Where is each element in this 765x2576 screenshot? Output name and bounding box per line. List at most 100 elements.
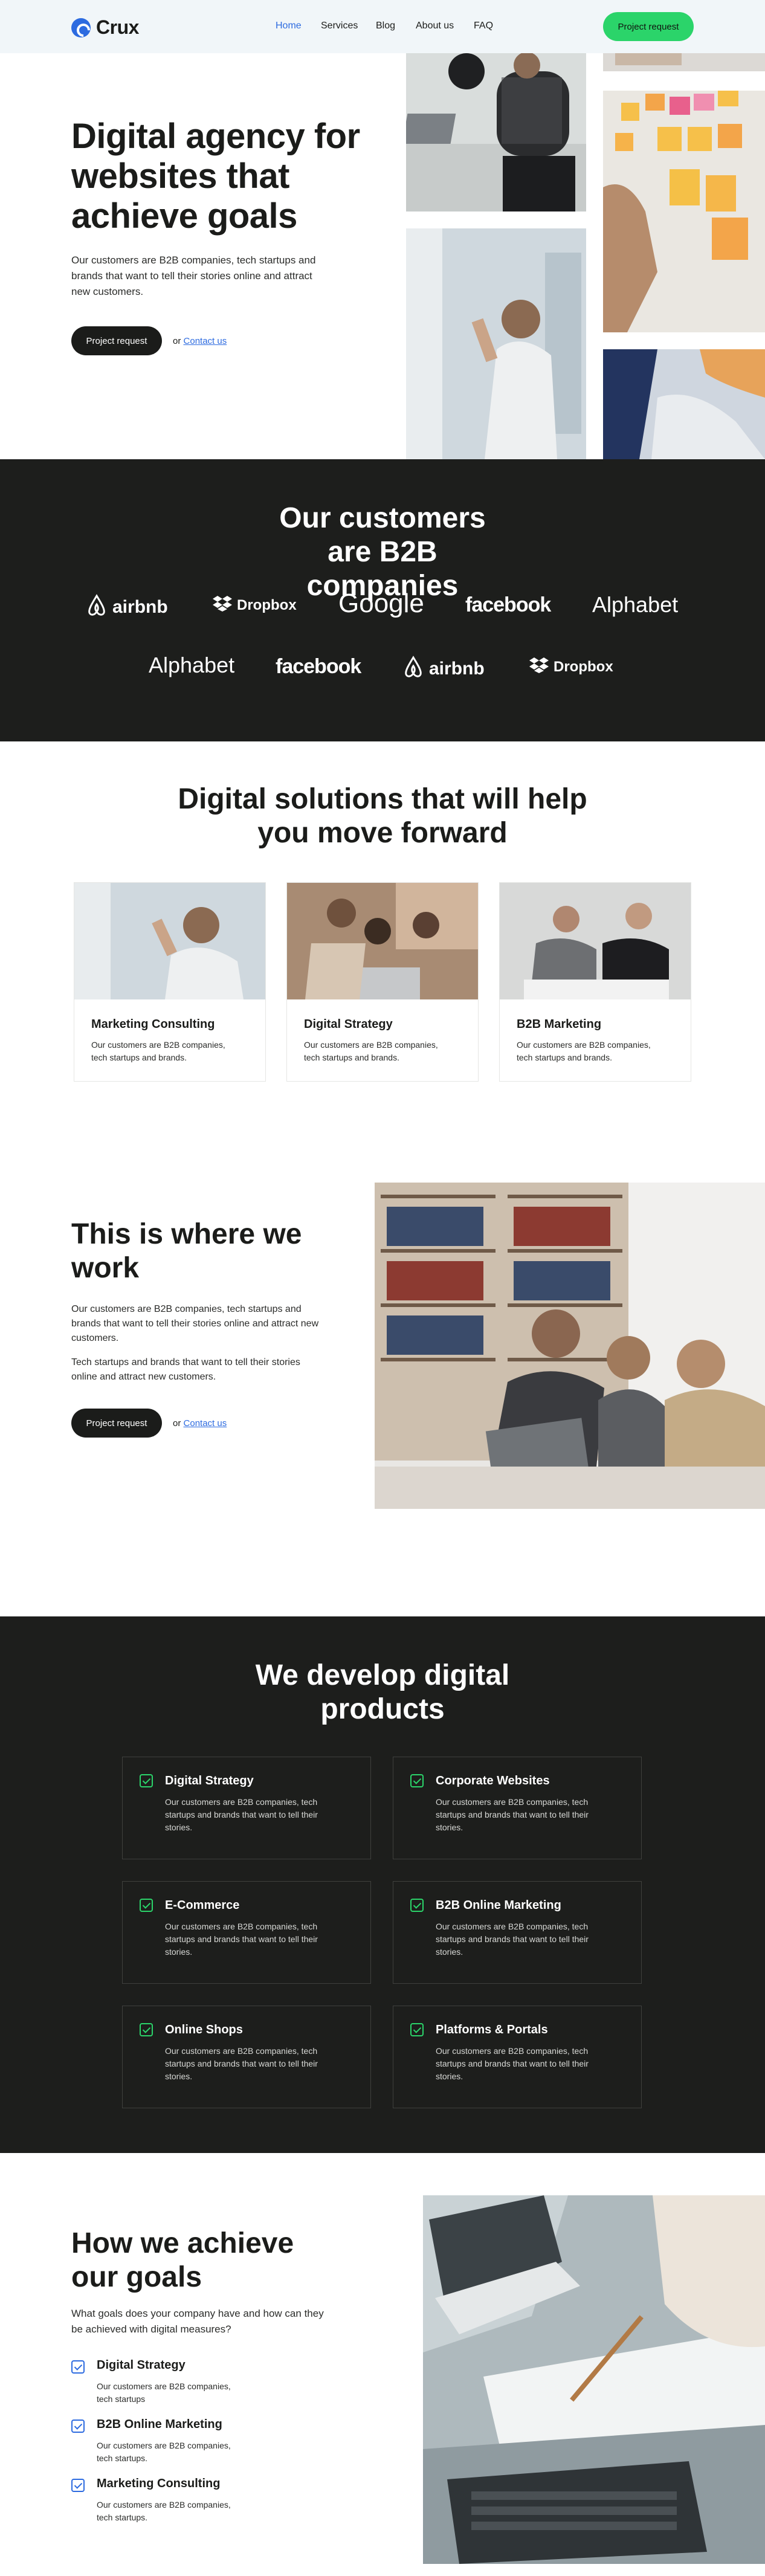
goal-text: Our customers are B2B companies, tech st… — [97, 2500, 231, 2522]
solution-card-digital-strategy[interactable]: Digital Strategy Our customers are B2B c… — [286, 882, 479, 1082]
hero-project-request-button[interactable]: Project request — [71, 326, 162, 355]
card-title: Digital Strategy — [304, 1018, 393, 1031]
work-text-1: Our customers are B2B companies, tech st… — [71, 1304, 319, 1343]
work-or-contact: or Contact us — [173, 1418, 227, 1428]
logo-alphabet-2-text: Alphabet — [149, 653, 235, 677]
work-section: This is where we work Our customers are … — [0, 1164, 765, 1616]
card-image-team-laptop — [287, 883, 478, 999]
feature-text: Our customers are B2B companies, tech st… — [436, 2046, 589, 2081]
check-icon — [140, 2023, 153, 2036]
check-icon — [410, 1774, 424, 1787]
logo-facebook-text: facebook — [465, 593, 551, 616]
feature-title: B2B Online Marketing — [436, 1899, 561, 1912]
feature-text: Our customers are B2B companies, tech st… — [165, 2046, 318, 2081]
check-icon — [140, 1774, 153, 1787]
top-navigation: Crux Home Services Blog About us FAQ Pro… — [0, 0, 765, 53]
feature-text: Our customers are B2B companies, tech st… — [436, 1922, 589, 1957]
feature-corporate-websites: Corporate Websites Our customers are B2B… — [393, 1757, 642, 1859]
feature-title: Digital Strategy — [165, 1774, 254, 1787]
dropbox-2-icon — [529, 656, 549, 677]
card-text: Our customers are B2B companies, tech st… — [304, 1040, 438, 1062]
feature-text: Our customers are B2B companies, tech st… — [165, 1797, 318, 1832]
logo-airbnb-text: airbnb — [112, 597, 168, 617]
card-text: Our customers are B2B companies, tech st… — [517, 1040, 651, 1062]
solutions-title: Digital solutions that will help you mov… — [178, 783, 587, 849]
goal-title: Marketing Consulting — [97, 2477, 221, 2490]
airbnb-icon — [86, 593, 108, 621]
goal-title: Digital Strategy — [97, 2358, 186, 2372]
crux-logo-icon — [71, 18, 91, 37]
logo-dropbox: Dropbox — [213, 595, 297, 616]
goals-intro: What goals does your company have and ho… — [71, 2308, 324, 2335]
goal-text: Our customers are B2B companies, tech st… — [97, 2441, 231, 2463]
nav-about-us[interactable]: About us — [416, 21, 454, 31]
work-project-request-button[interactable]: Project request — [71, 1409, 162, 1438]
feature-title: Platforms & Portals — [436, 2023, 548, 2036]
photo-hands-table — [603, 349, 765, 459]
check-icon — [410, 2023, 424, 2036]
logo-airbnb-2-text: airbnb — [429, 659, 485, 679]
feature-e-commerce: E-Commerce Our customers are B2B compani… — [122, 1881, 371, 1984]
logo-facebook-2-text: facebook — [276, 655, 361, 678]
hero-contact-link[interactable]: Contact us — [184, 336, 227, 346]
card-image-whiteboard — [74, 883, 265, 999]
photo-sticky-notes — [603, 91, 765, 332]
logo-dropbox-2: Dropbox — [529, 656, 613, 677]
hero-section: Digital agency for websites that achieve… — [0, 53, 765, 459]
card-image-handshake — [500, 883, 691, 999]
nav-home[interactable]: Home — [276, 21, 302, 31]
nav-blog[interactable]: Blog — [376, 21, 395, 31]
work-contact-link[interactable]: Contact us — [184, 1418, 227, 1428]
logo-google-text: Google — [338, 589, 424, 618]
customers-title: Our customers are B2B companies — [279, 502, 486, 602]
hero-cta-row: Project request or Contact us — [71, 326, 227, 355]
or-text: or — [173, 1418, 181, 1428]
feature-b2b-online-marketing: B2B Online Marketing Our customers are B… — [393, 1881, 642, 1984]
check-icon — [71, 2360, 85, 2374]
photo-laptop-man — [406, 53, 586, 211]
logo-facebook: facebook — [465, 593, 551, 617]
logo-alphabet-text: Alphabet — [592, 592, 679, 617]
feature-title: Corporate Websites — [436, 1774, 550, 1787]
goals-title: How we achieve our goals — [71, 2227, 294, 2293]
or-text: or — [173, 335, 181, 346]
feature-online-shops: Online Shops Our customers are B2B compa… — [122, 2006, 371, 2108]
hero-text: Our customers are B2B companies, tech st… — [71, 254, 316, 297]
solution-card-b2b-marketing[interactable]: B2B Marketing Our customers are B2B comp… — [499, 882, 691, 1082]
card-title: B2B Marketing — [517, 1018, 602, 1031]
logo-airbnb: airbnb — [86, 593, 168, 621]
solution-card-marketing-consulting[interactable]: Marketing Consulting Our customers are B… — [74, 882, 266, 1082]
photo-office-team — [375, 1183, 765, 1509]
feature-text: Our customers are B2B companies, tech st… — [436, 1797, 589, 1832]
work-text-2: Tech startups and brands that want to te… — [71, 1357, 300, 1382]
logo-dropbox-text: Dropbox — [237, 596, 297, 613]
goals-section: How we achieve our goals What goals does… — [0, 2153, 765, 2576]
work-title: This is where we work — [71, 1218, 302, 1284]
work-cta-row: Project request or Contact us — [71, 1409, 227, 1438]
logo-facebook-2: facebook — [276, 655, 361, 679]
logo-dropbox-2-text: Dropbox — [554, 658, 613, 675]
logo-google: Google — [338, 589, 424, 619]
check-icon — [71, 2479, 85, 2492]
brand-logo[interactable]: Crux — [71, 16, 139, 39]
card-title: Marketing Consulting — [91, 1018, 215, 1031]
solutions-section: Digital solutions that will help you mov… — [0, 741, 765, 1164]
logo-airbnb-2: airbnb — [402, 655, 485, 683]
feature-title: E-Commerce — [165, 1899, 240, 1912]
logo-alphabet: Alphabet — [592, 592, 678, 618]
hero-title: Digital agency for websites that achieve… — [71, 117, 360, 236]
nav-faq[interactable]: FAQ — [474, 21, 493, 31]
logo-alphabet-2: Alphabet — [149, 653, 234, 678]
check-icon — [71, 2419, 85, 2433]
check-icon — [410, 1899, 424, 1912]
develop-title: We develop digital products — [255, 1659, 510, 1725]
hero-or-contact: or Contact us — [173, 336, 227, 346]
card-text: Our customers are B2B companies, tech st… — [91, 1040, 225, 1062]
dropbox-icon — [213, 595, 232, 616]
photo-laptop-sketching — [423, 2195, 765, 2564]
nav-project-request-button[interactable]: Project request — [603, 12, 694, 41]
check-icon — [140, 1899, 153, 1912]
develop-section: We develop digital products Digital Stra… — [0, 1616, 765, 2153]
nav-services[interactable]: Services — [321, 21, 358, 31]
goal-title: B2B Online Marketing — [97, 2418, 222, 2431]
